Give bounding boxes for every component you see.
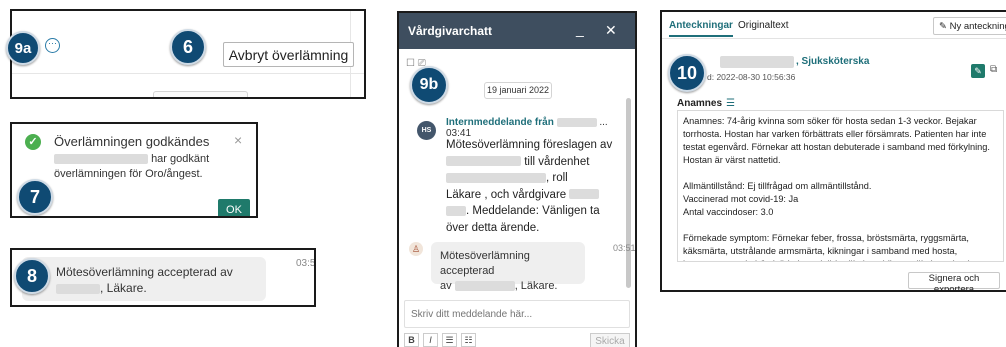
close-icon[interactable]: ✕ xyxy=(605,22,617,39)
message-text: överlämningen för Oro/ångest. xyxy=(54,168,203,180)
message-line: Mötesöverlämning accepterad av xyxy=(56,265,233,279)
message-body: Mötesöverlämning föreslagen av till vård… xyxy=(446,137,621,236)
dialog-message: har godkänt överlämningen för Oro/ångest… xyxy=(54,152,244,182)
check-circle-icon: ✓ xyxy=(25,134,41,150)
step-badge-9a: 9a xyxy=(6,31,40,65)
notes-icon[interactable]: ☰ xyxy=(726,98,735,109)
date-separator: 19 januari 2022 xyxy=(484,82,552,99)
step-badge-6: 6 xyxy=(170,29,206,65)
section-label: Anamnes xyxy=(677,98,723,109)
step-badge-8: 8 xyxy=(14,258,50,294)
step-badge-7: 7 xyxy=(17,179,53,215)
note-paragraph: Allmäntillstånd: Ej tillfrågad om allmän… xyxy=(683,181,872,217)
chat-title: Vårdgivarchatt xyxy=(408,24,493,38)
copy-icon[interactable]: ⧉ xyxy=(990,64,997,75)
send-button[interactable]: Skicka xyxy=(590,333,630,347)
redacted-name xyxy=(54,154,148,165)
section-title: Anamnes ☰ xyxy=(677,98,735,109)
redacted-name xyxy=(446,172,546,183)
avatar: HS xyxy=(417,121,436,140)
notes-tabs: Anteckningar Originaltext ✎ Ny antecknin… xyxy=(662,12,1006,39)
ok-button[interactable]: OK xyxy=(218,199,250,216)
redacted-name xyxy=(56,283,100,294)
body-text: . Meddelande: Vänligen ta över detta äre… xyxy=(446,205,600,234)
minimize-icon[interactable]: _ xyxy=(576,21,584,37)
message-sender: Internmeddelande från ... 03:41 xyxy=(446,117,632,139)
note-paragraph: Förnekade symptom: Förnekar feber, fross… xyxy=(683,233,992,261)
bullet-list-button[interactable]: ☰ xyxy=(442,333,457,347)
body-text: , roll xyxy=(546,172,568,184)
chat-icon[interactable]: ⋯ xyxy=(45,38,60,53)
sender-label: Internmeddelande från xyxy=(446,117,554,128)
message-time: 03:51 xyxy=(613,243,636,253)
tab-original-text[interactable]: Originaltext xyxy=(738,20,789,31)
dialog-title: Överlämningen godkändes xyxy=(54,134,210,149)
chat-header: Vårdgivarchatt _ ✕ xyxy=(399,13,635,49)
body-text: till vårdenhet xyxy=(524,155,590,168)
numbered-list-button[interactable]: ☷ xyxy=(461,333,476,347)
date-pill xyxy=(153,91,248,97)
redacted-name xyxy=(556,117,597,127)
close-icon[interactable]: × xyxy=(234,132,242,148)
tab-notes[interactable]: Anteckningar xyxy=(669,20,733,37)
redacted-name xyxy=(454,281,515,292)
edit-note-icon: ✎ xyxy=(939,20,950,32)
step-badge-9b: 9b xyxy=(410,66,448,104)
redacted-name xyxy=(569,189,600,200)
message-input[interactable] xyxy=(404,300,630,328)
message-text: har godkänt xyxy=(151,153,210,165)
accepted-message-bubble: Mötesöverlämning accepterad av , Läkare. xyxy=(431,242,585,292)
italic-format-button[interactable]: I xyxy=(423,333,438,347)
redacted-name xyxy=(446,156,521,167)
redacted-name xyxy=(720,56,794,68)
new-note-label: Ny anteckning xyxy=(949,20,1006,32)
caregiver-chat-window: Vårdgivarchatt _ ✕ ☐ ⎚ 19 januari 2022 H… xyxy=(397,11,637,347)
new-note-button[interactable]: ✎ Ny anteckning xyxy=(933,17,1006,35)
scrollbar[interactable] xyxy=(626,98,631,288)
message-line: Mötesöverlämning accepterad xyxy=(440,250,530,277)
message-line: , Läkare. xyxy=(514,280,558,292)
note-text-area[interactable]: Anamnes: 74-årig kvinna som söker för ho… xyxy=(677,110,1004,262)
note-timestamp: d: 2022-08-30 10:56:36 xyxy=(707,72,796,82)
message-line: av xyxy=(440,280,452,292)
message-text: Mötesöverlämning accepterad av , Läkare. xyxy=(56,264,256,296)
divider xyxy=(12,73,364,74)
body-text: Läkare , och vårdgivare xyxy=(446,188,567,201)
message-time: 03:51 xyxy=(296,258,316,269)
step-badge-10: 10 xyxy=(668,54,706,92)
sign-and-export-button[interactable]: Signera och exportera xyxy=(908,272,1000,290)
edit-icon[interactable]: ✎ xyxy=(971,64,985,78)
cancel-handover-button[interactable]: Avbryt överlämning xyxy=(223,42,354,67)
author-role: , Sjuksköterska xyxy=(796,56,870,67)
accepted-message-panel: Mötesöverlämning accepterad av , Läkare.… xyxy=(10,248,316,307)
note-paragraph: Anamnes: 74-årig kvinna som söker för ho… xyxy=(683,116,990,165)
message-line: , Läkare. xyxy=(100,281,147,295)
body-text: Mötesöverlämning föreslagen av xyxy=(446,139,613,151)
notes-panel: Anteckningar Originaltext ✎ Ny antecknin… xyxy=(660,10,1006,292)
bold-format-button[interactable]: B xyxy=(404,333,419,347)
user-avatar-icon: ♙ xyxy=(409,242,423,256)
redacted-name xyxy=(446,205,466,216)
